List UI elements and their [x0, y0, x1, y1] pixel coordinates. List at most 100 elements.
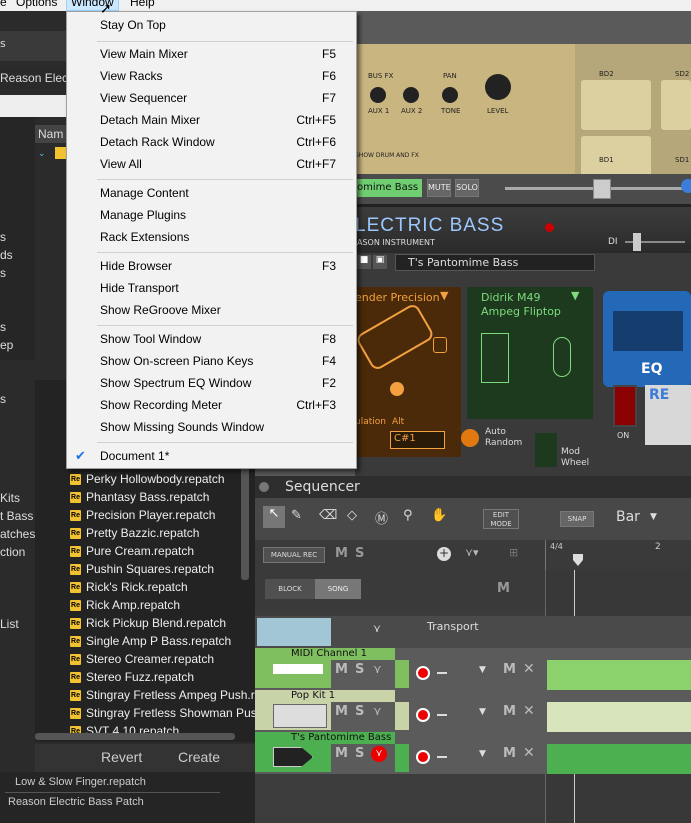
- list-item[interactable]: Re Rick's Rick.repatch: [70, 578, 188, 596]
- pencil-tool-icon[interactable]: ✎: [291, 508, 302, 523]
- track-mute-button[interactable]: M: [335, 704, 348, 719]
- list-item[interactable]: Re Rick Amp.repatch: [70, 596, 180, 614]
- list-item[interactable]: Re Single Amp P Bass.repatch: [70, 632, 231, 650]
- expand-chevron-icon[interactable]: ⌄: [38, 149, 46, 159]
- fader-handle[interactable]: [593, 179, 611, 199]
- sidebar-label[interactable]: ds: [0, 248, 13, 262]
- sidebar-label[interactable]: List: [0, 617, 19, 631]
- menu-item-show-spectrum-eq[interactable]: Show Spectrum EQ Window F2: [67, 372, 356, 394]
- menu-item-detach-rack-window[interactable]: Detach Rack Window Ctrl+F6: [67, 131, 356, 153]
- list-item[interactable]: Re Stingray Fretless Showman Push: [70, 704, 255, 722]
- list-item[interactable]: Re Pretty Bazzic.repatch: [70, 524, 199, 542]
- tone-knob[interactable]: [442, 87, 458, 103]
- manual-rec-button[interactable]: MANUAL REC: [263, 547, 325, 563]
- menu-item-manage-plugins[interactable]: Manage Plugins: [67, 204, 356, 226]
- record-enable-button[interactable]: [416, 750, 430, 764]
- eraser-tool-icon[interactable]: ⌫: [319, 508, 337, 523]
- add-track-icon[interactable]: +: [437, 547, 451, 561]
- menu-item-view-sequencer[interactable]: View Sequencer F7: [67, 87, 356, 109]
- mute-button[interactable]: MUTE: [427, 179, 451, 197]
- hand-tool-icon[interactable]: ✋: [431, 508, 447, 523]
- di-slider-handle[interactable]: [633, 233, 641, 251]
- mod-wheel[interactable]: [535, 433, 557, 467]
- menu-item-hide-browser[interactable]: Hide Browser F3: [67, 255, 356, 277]
- track-mute-m[interactable]: M: [503, 746, 516, 761]
- location-bar[interactable]: Reason Elect: [0, 67, 71, 89]
- menu-item-show-regroove-mixer[interactable]: Show ReGroove Mixer: [67, 299, 356, 321]
- menu-item-show-missing-sounds[interactable]: Show Missing Sounds Window: [67, 416, 356, 438]
- list-item[interactable]: Re Pure Cream.repatch: [70, 542, 194, 560]
- menu-item-show-recording-meter[interactable]: Show Recording Meter Ctrl+F3: [67, 394, 356, 416]
- record-enable-button[interactable]: [416, 666, 430, 680]
- save-patch-icon[interactable]: ▣: [373, 255, 387, 269]
- patch-name-display[interactable]: T's Pantomime Bass: [395, 254, 595, 271]
- menu-item-view-all[interactable]: View All Ctrl+F7: [67, 153, 356, 175]
- power-switch[interactable]: [613, 385, 637, 427]
- list-item[interactable]: Re Phantasy Bass.repatch: [70, 488, 209, 506]
- sidebar-label[interactable]: ction: [0, 545, 25, 559]
- menu-item-show-tool-window[interactable]: Show Tool Window F8: [67, 328, 356, 350]
- select-tool-icon[interactable]: ↖: [263, 506, 285, 528]
- key-display[interactable]: C#1: [390, 431, 445, 449]
- drum-pad-bd1[interactable]: [581, 136, 651, 176]
- close-icon[interactable]: ✕: [523, 745, 535, 761]
- close-icon[interactable]: ✕: [523, 703, 535, 719]
- list-item[interactable]: Re Stereo Creamer.repatch: [70, 650, 214, 668]
- menu-item-document-1[interactable]: ✔ Document 1*: [67, 445, 356, 467]
- menu-item-hide-transport[interactable]: Hide Transport: [67, 277, 356, 299]
- track-solo-button[interactable]: S: [355, 746, 364, 761]
- grid-icon[interactable]: ⊞: [509, 546, 518, 559]
- track-midi-channel-1[interactable]: MIDI Channel 1 M S ⋎ ▼ M ✕: [255, 648, 691, 690]
- song-button[interactable]: SONG: [315, 579, 361, 599]
- razor-tool-icon[interactable]: ◇: [347, 508, 357, 523]
- sidebar-label[interactable]: Kits: [0, 491, 20, 505]
- snap-value-dropdown[interactable]: Bar ▼: [608, 509, 664, 529]
- list-item[interactable]: Re Precision Player.repatch: [70, 506, 215, 524]
- aux2-knob[interactable]: [403, 87, 419, 103]
- create-button[interactable]: Create: [178, 749, 220, 765]
- collapse-button[interactable]: [259, 482, 269, 492]
- aux1-knob[interactable]: [370, 87, 386, 103]
- drum-clip[interactable]: [547, 702, 691, 732]
- timeline-ruler[interactable]: 4/4 2: [545, 540, 691, 570]
- track-mute-button[interactable]: M: [335, 662, 348, 677]
- menu-edit[interactable]: e: [0, 0, 7, 9]
- menu-options[interactable]: Options: [16, 0, 57, 9]
- track-solo-button[interactable]: S: [355, 704, 364, 719]
- track-transport[interactable]: ⋎ Transport: [255, 616, 691, 648]
- pan-knob[interactable]: [681, 179, 691, 193]
- menu-item-rack-extensions[interactable]: Rack Extensions: [67, 226, 356, 248]
- sidebar-label[interactable]: s: [0, 392, 6, 406]
- track-mute-button[interactable]: M: [335, 746, 348, 761]
- track-pantomime-bass[interactable]: T's Pantomime Bass M S ⋎ ▼ M ✕: [255, 732, 691, 774]
- list-item[interactable]: Re Stingray Fretless Ampeg Push.re: [70, 686, 255, 704]
- track-pop-kit-1[interactable]: Pop Kit 1 M S ⋎ ▼ M ✕: [255, 690, 691, 732]
- auto-random-button[interactable]: [461, 429, 479, 447]
- track-menu-arrow-icon[interactable]: ▼: [479, 707, 486, 717]
- list-item[interactable]: Re Perky Hollowbody.repatch: [70, 470, 225, 488]
- menu-item-detach-main-mixer[interactable]: Detach Main Mixer Ctrl+F5: [67, 109, 356, 131]
- column-header-name[interactable]: Nam: [35, 125, 66, 143]
- track-mute-m[interactable]: M: [503, 704, 516, 719]
- bass-clip[interactable]: [547, 744, 691, 774]
- record-enable-button[interactable]: [416, 708, 430, 722]
- browse-patch-folder-icon[interactable]: ■: [357, 255, 371, 269]
- automation-lane-icon[interactable]: ⋎: [373, 622, 381, 635]
- sidebar-label[interactable]: s: [0, 230, 6, 244]
- list-item[interactable]: Re Stereo Fuzz.repatch: [70, 668, 194, 686]
- track-menu-arrow-icon[interactable]: ▼: [479, 665, 486, 675]
- eq-sliders[interactable]: [613, 311, 683, 351]
- list-item[interactable]: Re Rick Pickup Blend.repatch: [70, 614, 226, 632]
- block-button[interactable]: BLOCK: [265, 579, 315, 599]
- midi-clip[interactable]: [547, 660, 691, 690]
- sidebar-label[interactable]: t Bass: [0, 509, 33, 523]
- drum-pad-bd2[interactable]: [581, 80, 651, 130]
- magnify-tool-icon[interactable]: ⚲: [403, 508, 413, 523]
- sidebar-label[interactable]: s: [0, 266, 6, 280]
- pickup-knob[interactable]: [390, 382, 404, 396]
- solo-button[interactable]: SOLO: [455, 179, 479, 197]
- track-mute-m[interactable]: M: [503, 662, 516, 677]
- bass-dropdown-arrow-icon[interactable]: ▼: [440, 289, 448, 302]
- snap-button[interactable]: SNAP: [560, 511, 594, 527]
- sidebar-label[interactable]: s: [0, 320, 6, 334]
